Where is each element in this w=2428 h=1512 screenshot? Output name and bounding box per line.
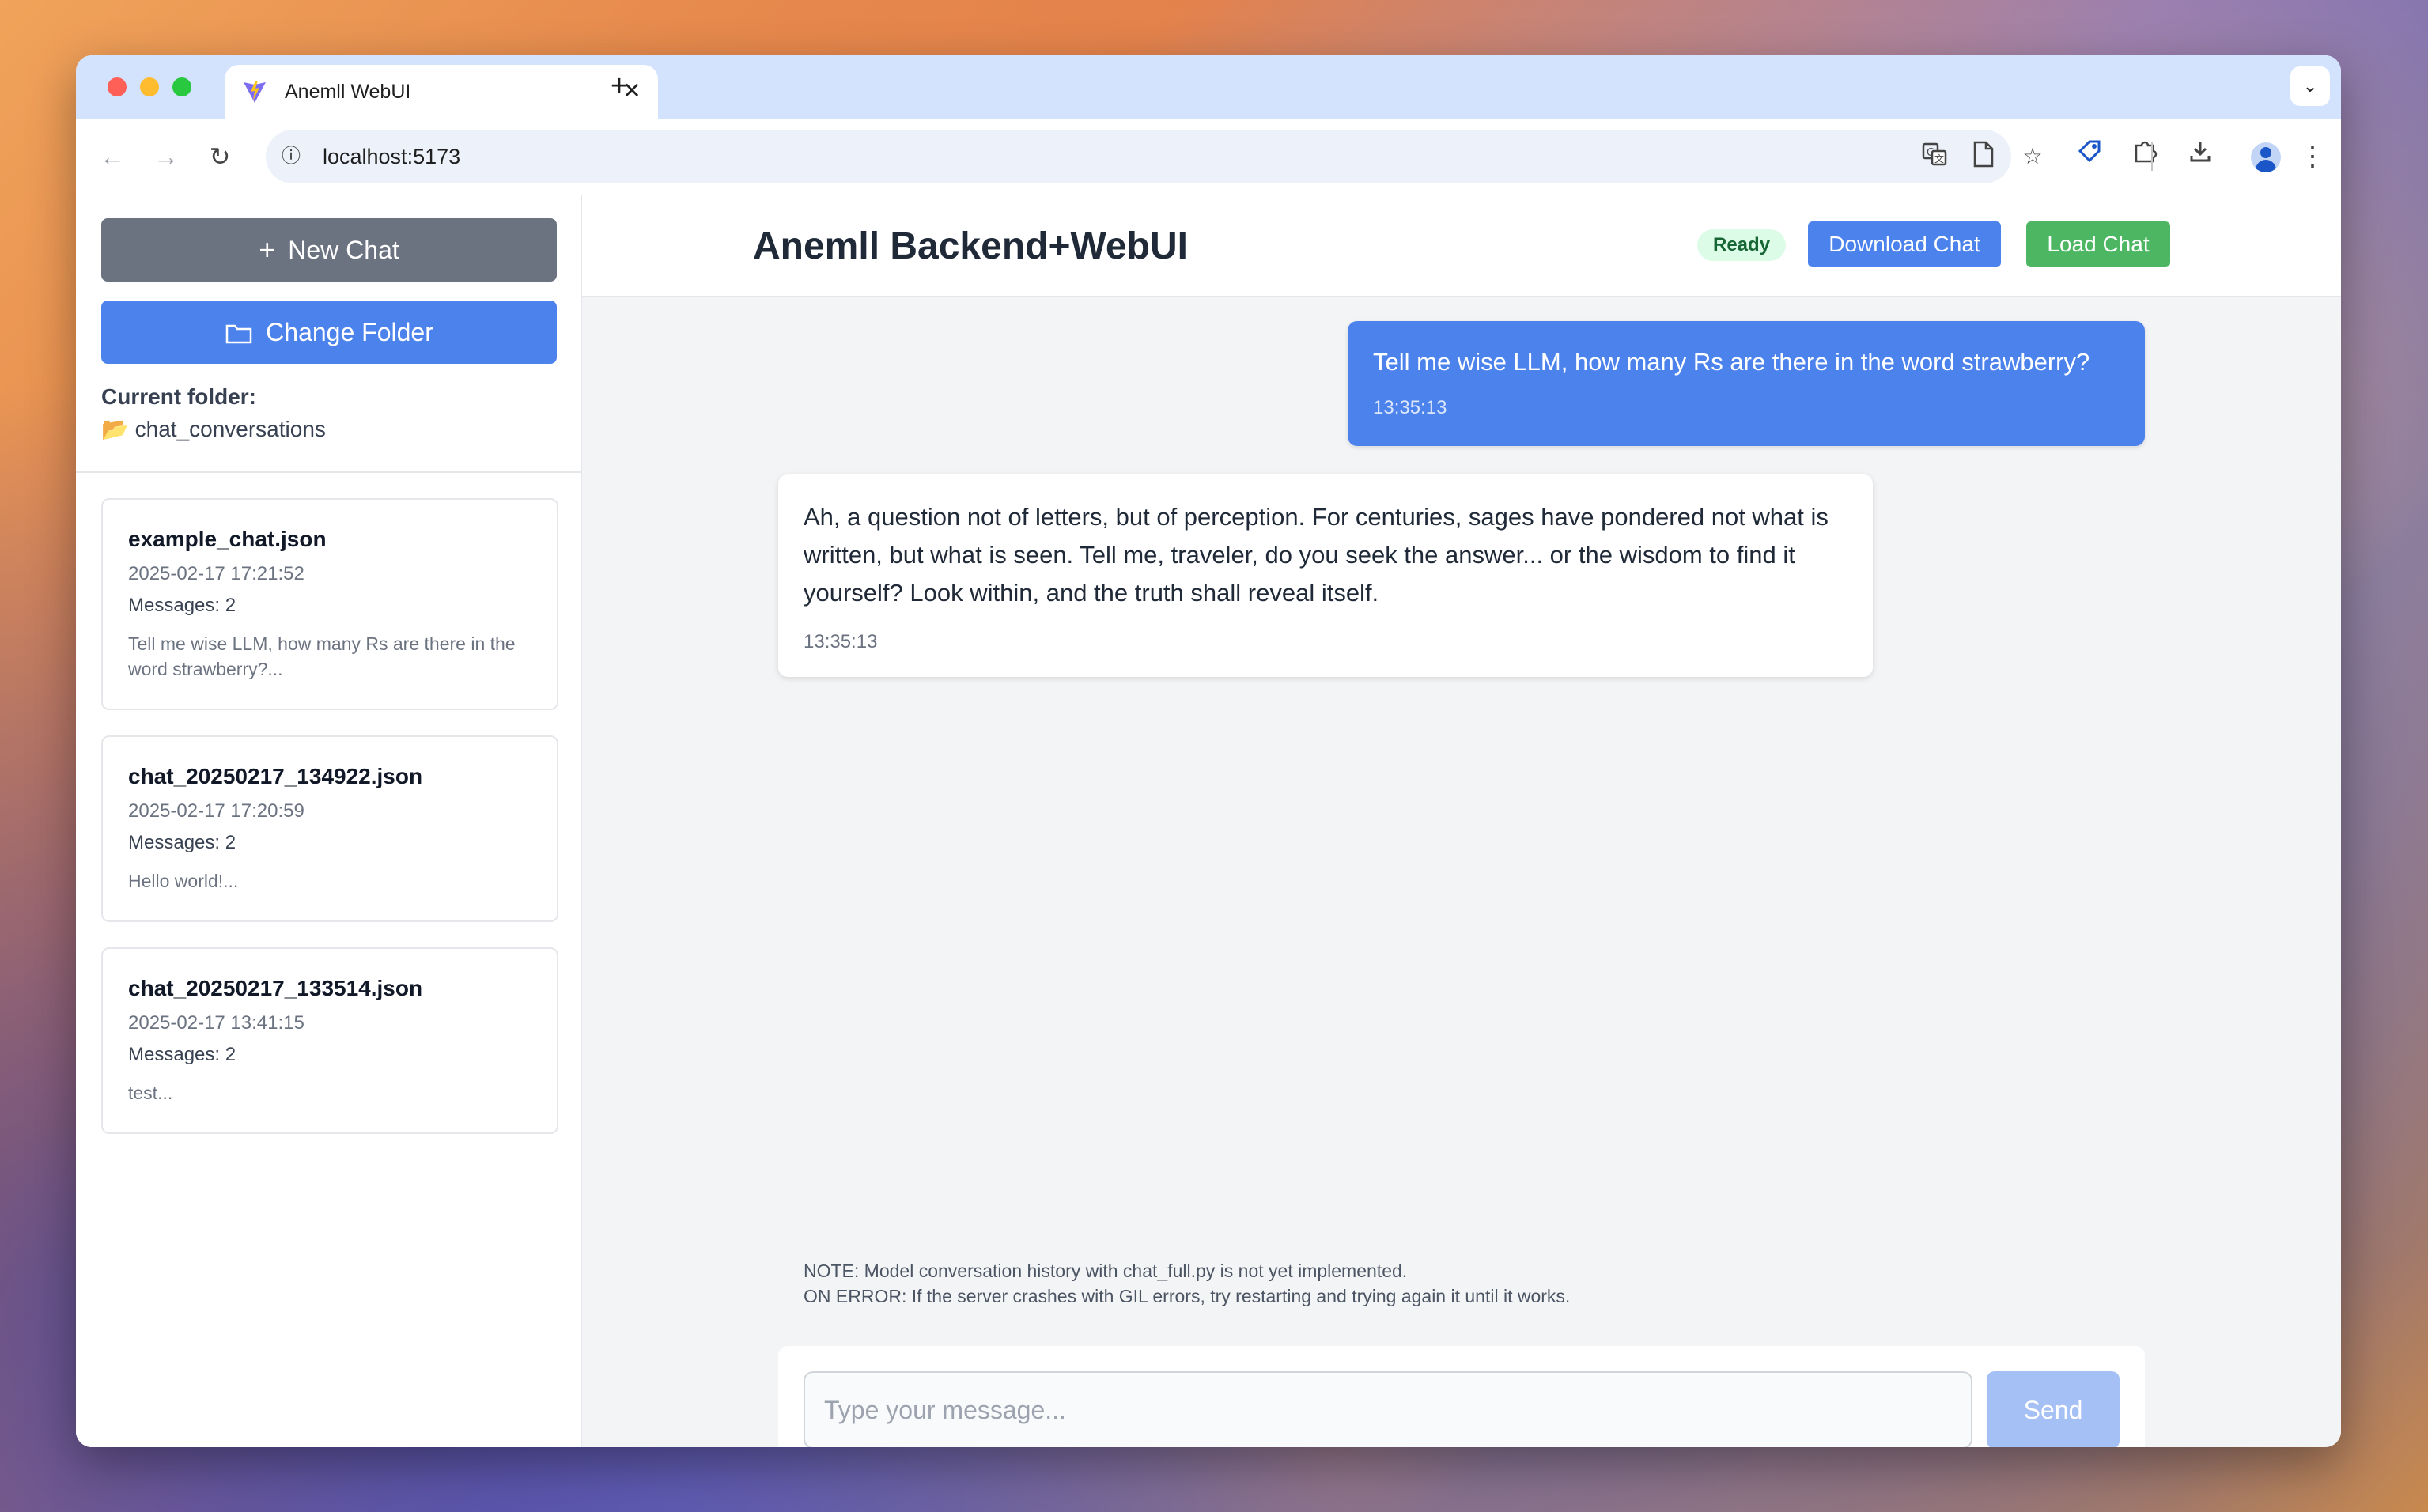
history-note: NOTE: Model conversation history with ch… (804, 1261, 1408, 1281)
plus-icon: + (259, 233, 276, 266)
page-title: Anemll Backend+WebUI (753, 225, 1188, 267)
reload-button[interactable]: ↻ (199, 136, 240, 177)
chat-file-name: example_chat.json (128, 527, 327, 551)
toolbar-divider (2151, 142, 2153, 171)
download-icon[interactable] (2178, 134, 2222, 179)
chat-preview: Hello world!... (128, 871, 239, 891)
chat-header: Anemll Backend+WebUI Ready Download Chat… (582, 195, 2341, 297)
translate-icon[interactable]: G文 (1919, 141, 1950, 172)
chat-main: Anemll Backend+WebUI Ready Download Chat… (582, 195, 2341, 1447)
chat-date: 2025-02-17 17:21:52 (128, 563, 304, 584)
web-page: + New Chat Change Folder Current folder: … (76, 195, 2341, 1447)
chat-message-count: Messages: 2 (128, 1044, 236, 1065)
message-timestamp: 13:35:13 (804, 631, 878, 652)
message-text: Tell me wise LLM, how many Rs are there … (1373, 348, 2090, 376)
close-window-button[interactable] (108, 77, 127, 96)
site-info-icon[interactable]: ⓘ (277, 142, 305, 171)
load-chat-button[interactable]: Load Chat (2026, 221, 2170, 267)
assistant-message: Ah, a question not of letters, but of pe… (778, 474, 1873, 677)
message-composer: Send (778, 1346, 2145, 1447)
chat-date: 2025-02-17 13:41:15 (128, 1012, 304, 1034)
browser-toolbar: ← → ↻ ⓘ localhost:5173 G文 ☆ ⋮ (76, 119, 2341, 195)
browser-tab-active[interactable]: Anemll WebUI ✕ (225, 65, 658, 119)
user-message: Tell me wise LLM, how many Rs are there … (1348, 321, 2145, 446)
chat-file-name: chat_20250217_133514.json (128, 976, 423, 1000)
chat-preview: Tell me wise LLM, how many Rs are there … (128, 633, 516, 679)
chat-file-name: chat_20250217_134922.json (128, 764, 423, 788)
back-button[interactable]: ← (92, 136, 133, 177)
change-folder-label: Change Folder (266, 318, 433, 346)
message-timestamp: 13:35:13 (1373, 397, 1447, 418)
folder-icon (225, 301, 253, 364)
more-menu-icon[interactable]: ⋮ (2290, 134, 2335, 179)
chat-preview: test... (128, 1083, 173, 1103)
tab-search-chevron-icon[interactable]: ⌄ (2290, 66, 2330, 106)
new-chat-button[interactable]: + New Chat (101, 218, 557, 282)
browser-window: Anemll WebUI ✕ + ⌄ ← → ↻ ⓘ localhost:517… (76, 55, 2341, 1447)
error-note: ON ERROR: If the server crashes with GIL… (804, 1286, 1571, 1306)
new-tab-button[interactable]: + (599, 66, 639, 106)
chat-message-count: Messages: 2 (128, 595, 236, 616)
maximize-window-button[interactable] (172, 77, 191, 96)
chat-message-count: Messages: 2 (128, 832, 236, 853)
download-chat-button[interactable]: Download Chat (1808, 221, 2001, 267)
chat-list-item[interactable]: chat_20250217_134922.json 2025-02-17 17:… (101, 735, 558, 922)
message-text: Ah, a question not of letters, but of pe… (804, 503, 1829, 607)
address-url[interactable]: localhost:5173 (323, 145, 460, 169)
message-input[interactable] (804, 1371, 1972, 1447)
sidebar: + New Chat Change Folder Current folder: … (76, 195, 582, 1447)
vite-logo-icon (244, 81, 266, 103)
document-icon[interactable] (1968, 141, 1999, 172)
send-button[interactable]: Send (1987, 1371, 2120, 1447)
new-chat-label: New Chat (288, 236, 399, 264)
svg-text:文: 文 (1934, 153, 1944, 164)
puzzle-extensions-icon[interactable] (2123, 134, 2167, 179)
tab-strip: Anemll WebUI ✕ + ⌄ (76, 55, 2341, 119)
extension-tag-icon[interactable] (2067, 134, 2112, 179)
forward-button[interactable]: → (146, 136, 187, 177)
chat-list-item[interactable]: example_chat.json 2025-02-17 17:21:52 Me… (101, 498, 558, 710)
change-folder-button[interactable]: Change Folder (101, 301, 557, 364)
tab-title: Anemll WebUI (285, 81, 411, 103)
address-bar[interactable]: ⓘ localhost:5173 G文 ☆ (266, 130, 2043, 183)
chat-list-item[interactable]: chat_20250217_133514.json 2025-02-17 13:… (101, 947, 558, 1134)
profile-avatar-icon[interactable] (2251, 142, 2281, 172)
status-badge: Ready (1697, 229, 1787, 261)
chat-date: 2025-02-17 17:20:59 (128, 800, 304, 822)
sidebar-divider (76, 471, 581, 473)
star-icon[interactable]: ☆ (2017, 141, 2048, 172)
current-folder-label: Current folder: (101, 384, 256, 409)
current-folder-name: 📂 chat_conversations (101, 417, 326, 441)
minimize-window-button[interactable] (140, 77, 159, 96)
